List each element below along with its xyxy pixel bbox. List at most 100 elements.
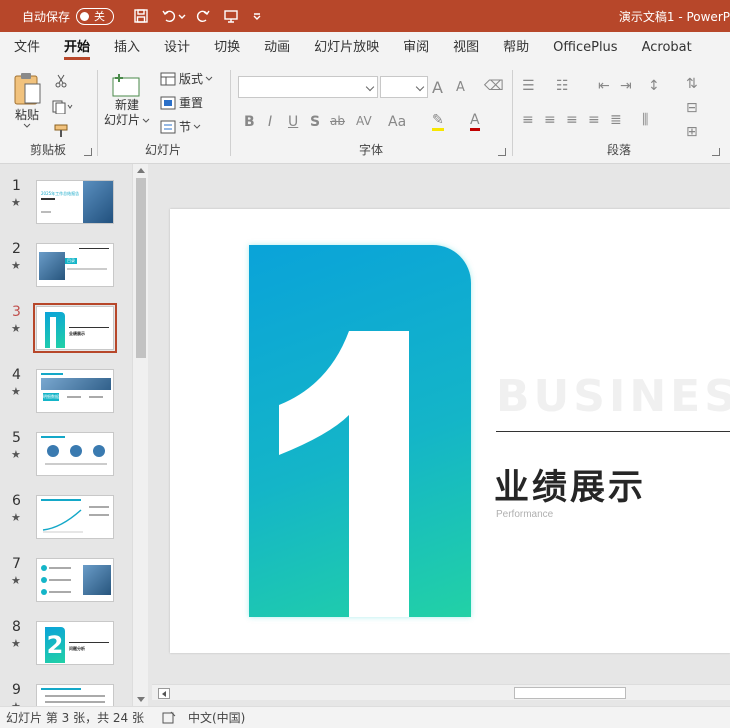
tab-design[interactable]: 设计 [152, 32, 202, 62]
tab-review[interactable]: 审阅 [391, 32, 441, 62]
font-shrink-button[interactable]: A [456, 80, 465, 95]
slide-thumbnail-3[interactable]: 3 ★ 业绩展示 [0, 303, 132, 364]
font-color-icon[interactable]: A [470, 112, 480, 131]
thumbnail-preview: 明细数据 [36, 369, 114, 413]
paste-button[interactable]: 粘贴 [12, 72, 42, 129]
underline-button[interactable]: U [288, 114, 298, 130]
slide-thumbnail-4[interactable]: 4 ★ 明细数据 [0, 367, 132, 427]
scissors-icon [55, 74, 67, 88]
align-center-icon[interactable]: ≡ [544, 112, 556, 128]
bullets-icon[interactable]: ☰ [522, 78, 535, 94]
layout-button[interactable]: 版式 [160, 70, 213, 87]
section-button[interactable]: 节 [160, 118, 201, 135]
copy-icon [52, 100, 73, 114]
slide-thumbnail-8[interactable]: 8 ★ 2 问题分析 [0, 619, 132, 679]
undo-icon[interactable] [160, 7, 178, 25]
columns-icon[interactable]: ⫼ [642, 112, 648, 128]
font-family-select[interactable] [238, 76, 378, 98]
slide-thumbnail-1[interactable]: 1 ★ 2025年工作总结报告 [0, 178, 132, 238]
tab-insert[interactable]: 插入 [102, 32, 152, 62]
thumb-title: 业绩展示 [69, 331, 85, 336]
redo-icon[interactable] [194, 7, 212, 25]
new-slide-label-2: 幻灯片 [104, 113, 141, 127]
align-text-icon[interactable]: ⊟ [686, 100, 698, 116]
cut-button[interactable] [54, 74, 68, 88]
change-case-button[interactable]: Aa [388, 114, 406, 130]
tab-officeplus[interactable]: OfficePlus [541, 32, 629, 62]
save-icon[interactable] [132, 7, 150, 25]
highlight-icon[interactable]: ✎ [432, 112, 444, 131]
new-slide-button[interactable]: 新建 幻灯片 [104, 70, 150, 128]
smartart-icon[interactable]: ⊞ [686, 124, 698, 140]
scroll-thumb[interactable] [514, 687, 626, 699]
autosave-toggle[interactable]: 关 [76, 7, 115, 25]
distribute-icon[interactable]: ≣ [610, 112, 622, 128]
reset-label: 重置 [179, 96, 204, 110]
slide-number: 3 [12, 304, 21, 320]
clear-format-icon[interactable]: ⌫ [484, 78, 504, 94]
shadow-button[interactable]: S [310, 114, 320, 130]
font-launcher[interactable] [498, 148, 506, 156]
scroll-left-icon[interactable] [158, 688, 170, 699]
slide-number: 6 [12, 493, 21, 509]
thumbnail-scrollbar[interactable] [132, 164, 148, 706]
toggle-state: 关 [94, 10, 106, 23]
strikethrough-button[interactable]: ab [330, 114, 345, 128]
align-left-icon[interactable]: ≡ [522, 112, 534, 128]
tab-file[interactable]: 文件 [0, 32, 52, 62]
text-direction-icon[interactable]: ⇅ [686, 76, 698, 92]
undo-dropdown-icon[interactable] [178, 7, 186, 25]
current-slide[interactable]: BUSINESS 业绩展示 Performance [170, 209, 730, 653]
accessibility-icon[interactable] [162, 711, 176, 725]
paragraph-group-label: 段落 [606, 143, 631, 157]
italic-button[interactable]: I [268, 114, 272, 130]
slide-thumbnail-7[interactable]: 7 ★ [0, 556, 132, 616]
section-label: 节 [179, 120, 192, 134]
tab-transitions[interactable]: 切换 [202, 32, 252, 62]
paragraph-launcher[interactable] [712, 148, 720, 156]
section-number-block[interactable] [249, 245, 471, 617]
autosave[interactable]: 自动保存 关 [22, 7, 115, 25]
copy-button[interactable] [52, 100, 74, 114]
horizontal-scrollbar[interactable] [152, 684, 730, 700]
slide-thumbnail-6[interactable]: 6 ★ [0, 493, 132, 553]
char-spacing-button[interactable]: AV [356, 114, 372, 128]
customize-quick-access-icon[interactable] [248, 7, 266, 25]
presentation-icon[interactable] [222, 7, 240, 25]
slide-subheading[interactable]: Performance [496, 509, 553, 520]
decrease-indent-icon[interactable]: ⇤ [598, 78, 610, 94]
slide-thumbnail-5[interactable]: 5 ★ [0, 430, 132, 490]
slides-group: 新建 幻灯片 版式 重置 节 幻灯片 [98, 66, 228, 160]
tab-slideshow[interactable]: 幻灯片放映 [302, 32, 391, 62]
animation-star-icon: ★ [11, 637, 21, 650]
reset-button[interactable]: 重置 [160, 94, 203, 111]
justify-icon[interactable]: ≡ [588, 112, 600, 128]
align-right-icon[interactable]: ≡ [566, 112, 578, 128]
tab-animations[interactable]: 动画 [252, 32, 302, 62]
line-spacing-icon[interactable]: ↕ [648, 78, 660, 94]
tab-help[interactable]: 帮助 [491, 32, 541, 62]
slide-number: 5 [12, 430, 21, 446]
increase-indent-icon[interactable]: ⇥ [620, 78, 632, 94]
tab-view[interactable]: 视图 [441, 32, 491, 62]
bold-button[interactable]: B [244, 114, 255, 130]
brush-icon [54, 124, 68, 137]
slide-thumbnail-2[interactable]: 2 ★ 目录 [0, 241, 132, 301]
slide-thumbnail-9[interactable]: 9 ★ [0, 682, 132, 706]
clipboard-group-label: 剪贴板 [29, 143, 66, 157]
tab-home[interactable]: 开始 [52, 32, 102, 62]
slide-heading[interactable]: 业绩展示 [494, 459, 646, 510]
scroll-up-icon[interactable] [137, 168, 145, 173]
numbering-icon[interactable]: ☷ [556, 78, 569, 94]
language-indicator[interactable]: 中文(中国) [188, 709, 245, 726]
font-grow-button[interactable]: A [432, 78, 443, 97]
scroll-thumb[interactable] [136, 178, 146, 358]
slide-counter[interactable]: 幻灯片 第 3 张，共 24 张 [6, 709, 144, 726]
font-size-select[interactable] [380, 76, 428, 98]
group-divider [512, 70, 513, 156]
thumbnail-preview [36, 495, 114, 539]
format-painter-button[interactable] [54, 124, 70, 138]
scroll-down-icon[interactable] [137, 697, 145, 702]
tab-acrobat[interactable]: Acrobat [630, 32, 704, 62]
clipboard-launcher[interactable] [84, 148, 92, 156]
